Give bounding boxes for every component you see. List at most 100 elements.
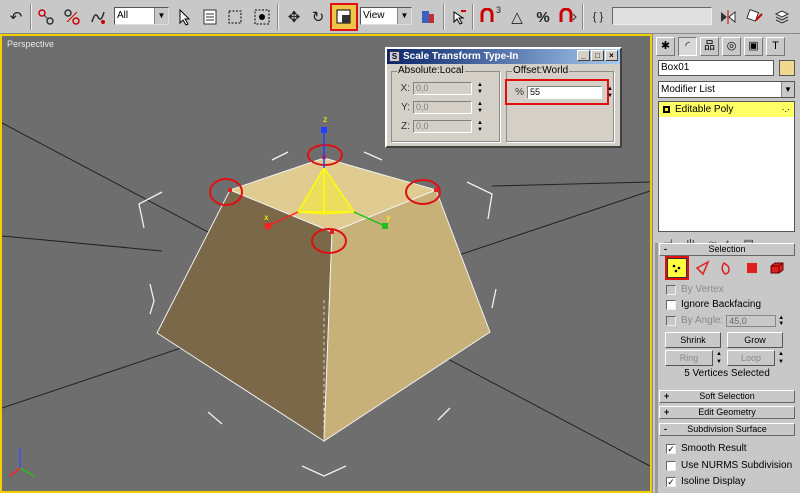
spinner-snap-icon[interactable] xyxy=(556,5,580,29)
dialog-titlebar[interactable]: S Scale Transform Type-In _ □ × xyxy=(387,49,620,64)
border-mode-icon[interactable] xyxy=(717,258,737,278)
z-field-row: Z: 0,0 ▲ ▼ xyxy=(398,119,484,133)
shrink-button[interactable]: Shrink xyxy=(665,332,721,348)
ring-button[interactable]: Ring xyxy=(665,350,713,366)
stack-item-label: Editable Poly xyxy=(675,104,734,115)
use-nurms-checkbox[interactable] xyxy=(666,460,676,471)
command-panel-tabs: ✱ ◜ 品 ◎ ▣ T xyxy=(656,37,785,57)
polygon-mode-icon[interactable] xyxy=(742,258,762,278)
percent-snap-glyph: % xyxy=(536,8,550,26)
select-object-icon[interactable] xyxy=(173,5,197,29)
modifier-stack: Editable Poly ·.· xyxy=(658,101,795,232)
gizmo-y-label: y xyxy=(386,213,391,222)
edit-geometry-rollout-header[interactable]: + Edit Geometry xyxy=(659,406,795,419)
move-icon[interactable]: ✥ xyxy=(282,5,306,29)
ignore-backfacing-label: Ignore Backfacing xyxy=(681,299,762,310)
minimize-icon[interactable]: _ xyxy=(577,50,590,61)
by-angle-checkbox[interactable] xyxy=(666,315,676,326)
percent-label: % xyxy=(515,86,524,98)
reference-coordinate-dropdown[interactable]: View ▼ xyxy=(360,7,412,25)
percent-snap-icon[interactable]: % xyxy=(531,5,555,29)
spinner-icon[interactable]: ▲ ▼ xyxy=(476,101,484,114)
y-input[interactable]: 0,0 xyxy=(413,100,472,114)
create-tab-icon[interactable]: ✱ xyxy=(656,37,675,56)
pivot-center-icon[interactable] xyxy=(416,5,440,29)
by-vertex-label: By Vertex xyxy=(681,284,724,295)
spinner-icon[interactable]: ▲ ▼ xyxy=(476,82,484,95)
hierarchy-tab-icon[interactable]: 品 xyxy=(700,37,719,56)
named-selection-sets-field[interactable] xyxy=(612,7,712,25)
utilities-tab-icon[interactable]: T xyxy=(766,37,785,56)
snap-toggle-icon[interactable]: 3 xyxy=(477,5,501,29)
selection-rollout-title: Selection xyxy=(708,244,746,254)
rectangular-selection-icon[interactable] xyxy=(223,5,247,29)
spinner-icon[interactable]: ▲ ▼ xyxy=(777,350,785,366)
edge-mode-icon[interactable] xyxy=(692,258,712,278)
angle-snap-icon[interactable]: △ xyxy=(505,5,529,29)
object-name-field[interactable]: Box01 xyxy=(658,60,774,76)
motion-tab-icon[interactable]: ◎ xyxy=(722,37,741,56)
x-label: X: xyxy=(400,82,410,94)
subdivision-rollout-header[interactable]: - Subdivision Surface xyxy=(659,423,795,436)
main-toolbar: ↶ All ▼ ✥ ↻ View ▼ 3 △ % {} xyxy=(0,0,800,34)
vertex-mode-icon[interactable] xyxy=(665,256,689,280)
offset-group-title: Offset:World xyxy=(512,65,570,76)
stack-item-editable-poly[interactable]: Editable Poly ·.· xyxy=(659,102,794,117)
select-and-manipulate-icon[interactable] xyxy=(447,5,471,29)
isoline-display-checkbox[interactable]: ✓ xyxy=(666,476,676,487)
spinner-icon[interactable]: ▲ ▼ xyxy=(476,120,484,133)
percent-input[interactable]: 55 xyxy=(527,85,602,99)
maximize-icon[interactable]: □ xyxy=(591,50,604,61)
spinner-icon[interactable]: ▲ ▼ xyxy=(778,315,784,327)
loop-button[interactable]: Loop xyxy=(727,350,775,366)
selection-rollout-header[interactable]: - Selection xyxy=(659,243,795,256)
gizmo-z-label: z xyxy=(323,115,327,124)
isoline-display-label: Isoline Display xyxy=(681,476,746,487)
modify-tab-icon[interactable]: ◜ xyxy=(678,37,697,56)
by-angle-input[interactable]: 45,0 xyxy=(726,314,777,327)
absolute-local-group: Absolute:Local X: 0,0 ▲ ▼ Y: 0,0 ▲ ▼ Z: 0,… xyxy=(391,65,500,142)
element-mode-icon[interactable] xyxy=(767,258,787,278)
align-icon[interactable] xyxy=(743,5,767,29)
selection-filter-dropdown[interactable]: All ▼ xyxy=(114,7,169,25)
select-by-name-icon[interactable] xyxy=(198,5,222,29)
rotate-icon[interactable]: ↻ xyxy=(306,5,330,29)
smooth-result-checkbox[interactable]: ✓ xyxy=(666,443,676,454)
close-icon[interactable]: × xyxy=(605,50,618,61)
z-input[interactable]: 0,0 xyxy=(413,119,472,133)
x-input[interactable]: 0,0 xyxy=(413,81,472,95)
selection-status: 5 Vertices Selected xyxy=(684,368,770,379)
bulb-icon[interactable] xyxy=(663,106,670,113)
mirror-icon[interactable] xyxy=(716,5,740,29)
display-tab-icon[interactable]: ▣ xyxy=(744,37,763,56)
unlink-selection-icon[interactable] xyxy=(60,5,84,29)
gizmo-x-label: x xyxy=(264,213,269,222)
scale-icon[interactable] xyxy=(330,3,358,31)
layer-manager-icon[interactable] xyxy=(770,5,794,29)
by-angle-label: By Angle: xyxy=(681,315,724,326)
collapse-icon: - xyxy=(664,244,667,254)
ignore-backfacing-checkbox[interactable] xyxy=(666,299,676,310)
select-and-link-icon[interactable] xyxy=(34,5,58,29)
panel-scrollbar[interactable] xyxy=(655,243,658,493)
grow-button[interactable]: Grow xyxy=(727,332,783,348)
by-angle-row: By Angle: 45,0 ▲ ▼ xyxy=(666,314,784,327)
undo-icon[interactable]: ↶ xyxy=(4,5,28,29)
bind-to-space-warp-icon[interactable] xyxy=(86,5,110,29)
by-vertex-checkbox[interactable] xyxy=(666,284,676,295)
soft-selection-rollout-header[interactable]: + Soft Selection xyxy=(659,390,795,403)
spinner-icon[interactable]: ▲ ▼ xyxy=(606,86,614,99)
object-color-swatch[interactable] xyxy=(779,60,795,76)
smooth-result-label: Smooth Result xyxy=(681,443,747,454)
y-label: Y: xyxy=(401,101,410,113)
expand-icon: + xyxy=(664,391,670,401)
window-crossing-icon[interactable] xyxy=(250,5,274,29)
stack-item-dots: ·.· xyxy=(781,104,791,114)
toolbar-separator xyxy=(472,4,474,30)
axis-tripod xyxy=(9,448,35,477)
modifier-list-dropdown[interactable]: Modifier List ▼ xyxy=(658,81,795,98)
spinner-icon[interactable]: ▲ ▼ xyxy=(715,350,723,366)
app-icon: S xyxy=(389,51,400,62)
edit-named-selections-icon[interactable]: { } xyxy=(586,5,610,29)
subobject-level-icons xyxy=(665,256,787,280)
